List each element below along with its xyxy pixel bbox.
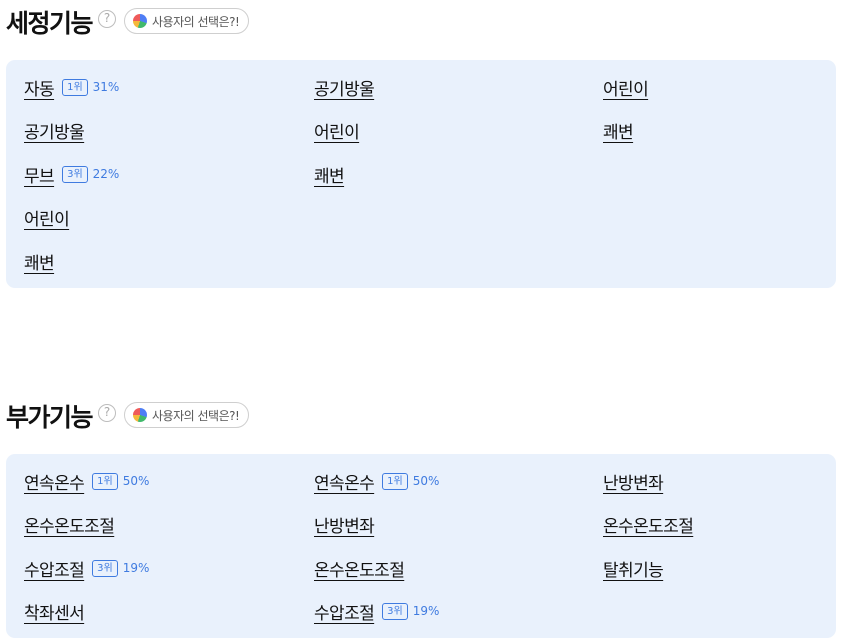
feature-panel: 자동 1위 31% 공기방울 무브 3위 22% 어린이 쾌변 공기방울 어린이… <box>6 60 836 288</box>
feature-item[interactable]: 어린이 <box>24 205 70 230</box>
feature-item[interactable]: 공기방울 <box>24 118 85 143</box>
feature-item[interactable]: 자동 1위 31% <box>24 75 120 100</box>
feature-item[interactable]: 공기방울 <box>314 75 375 100</box>
feature-item[interactable]: 수압조절 3위 19% <box>24 556 150 581</box>
feature-label: 수압조절 <box>24 560 85 581</box>
feature-label: 탈취기능 <box>603 560 664 581</box>
feature-label: 쾌변 <box>603 122 634 143</box>
feature-label: 무브 <box>24 166 55 187</box>
feature-item[interactable]: 쾌변 <box>603 118 634 143</box>
feature-label: 연속온수 <box>314 473 375 494</box>
section-title: 세정기능 <box>6 9 94 38</box>
feature-item[interactable]: 무브 3위 22% <box>24 162 120 187</box>
feature-item[interactable]: 어린이 <box>603 75 649 100</box>
feature-item[interactable]: 착좌센서 <box>24 599 85 624</box>
rank-percent: 19% <box>412 604 440 618</box>
feature-label: 어린이 <box>314 122 360 143</box>
feature-item[interactable]: 온수온도조절 <box>314 556 405 581</box>
feature-item[interactable]: 쾌변 <box>314 162 345 187</box>
pie-chart-icon <box>133 408 148 422</box>
feature-item[interactable]: 난방변좌 <box>314 512 375 537</box>
feature-item[interactable]: 난방변좌 <box>603 469 664 494</box>
rank-badge: 1위 <box>382 472 408 490</box>
rank-badge: 3위 <box>92 559 118 577</box>
feature-item[interactable]: 쾌변 <box>24 249 55 274</box>
rank-badge: 1위 <box>92 472 118 490</box>
feature-item[interactable]: 연속온수 1위 50% <box>24 469 150 494</box>
feature-label: 연속온수 <box>24 473 85 494</box>
feature-label: 온수온도조절 <box>24 516 115 537</box>
feature-panel: 연속온수 1위 50% 온수온도조절 수압조절 3위 19% 착좌센서 연속온수… <box>6 454 836 638</box>
rank-percent: 50% <box>122 474 150 488</box>
section-title: 부가기능 <box>6 403 94 432</box>
user-choice-button[interactable]: 사용자의 선택은?! <box>124 402 250 428</box>
feature-item[interactable]: 연속온수 1위 50% <box>314 469 440 494</box>
rank-percent: 19% <box>122 561 150 575</box>
rank-percent: 31% <box>92 80 120 94</box>
feature-item[interactable]: 탈취기능 <box>603 556 664 581</box>
feature-label: 어린이 <box>24 209 70 230</box>
rank-badge: 3위 <box>62 165 88 183</box>
user-choice-label: 사용자의 선택은?! <box>152 14 240 29</box>
feature-item[interactable]: 수압조절 3위 19% <box>314 599 440 624</box>
feature-label: 공기방울 <box>24 122 85 143</box>
feature-label: 수압조절 <box>314 603 375 624</box>
pie-chart-icon <box>133 14 148 28</box>
rank-badge: 1위 <box>62 78 88 96</box>
help-icon[interactable]: ? <box>98 404 117 422</box>
feature-label: 어린이 <box>603 79 649 100</box>
feature-label: 착좌센서 <box>24 603 85 624</box>
user-choice-label: 사용자의 선택은?! <box>152 408 240 423</box>
section-header: 세정기능 ? 사용자의 선택은?! <box>6 4 250 40</box>
feature-label: 공기방울 <box>314 79 375 100</box>
feature-item[interactable]: 온수온도조절 <box>24 512 115 537</box>
feature-label: 난방변좌 <box>314 516 375 537</box>
feature-label: 난방변좌 <box>603 473 664 494</box>
feature-label: 온수온도조절 <box>603 516 694 537</box>
feature-label: 자동 <box>24 79 55 100</box>
help-icon[interactable]: ? <box>98 10 117 28</box>
rank-badge: 3위 <box>382 602 408 620</box>
rank-percent: 22% <box>92 167 120 181</box>
feature-label: 온수온도조절 <box>314 560 405 581</box>
user-choice-button[interactable]: 사용자의 선택은?! <box>124 8 250 34</box>
section-header: 부가기능 ? 사용자의 선택은?! <box>6 398 250 434</box>
feature-label: 쾌변 <box>24 253 55 274</box>
feature-item[interactable]: 어린이 <box>314 118 360 143</box>
rank-percent: 50% <box>412 474 440 488</box>
feature-item[interactable]: 온수온도조절 <box>603 512 694 537</box>
feature-label: 쾌변 <box>314 166 345 187</box>
